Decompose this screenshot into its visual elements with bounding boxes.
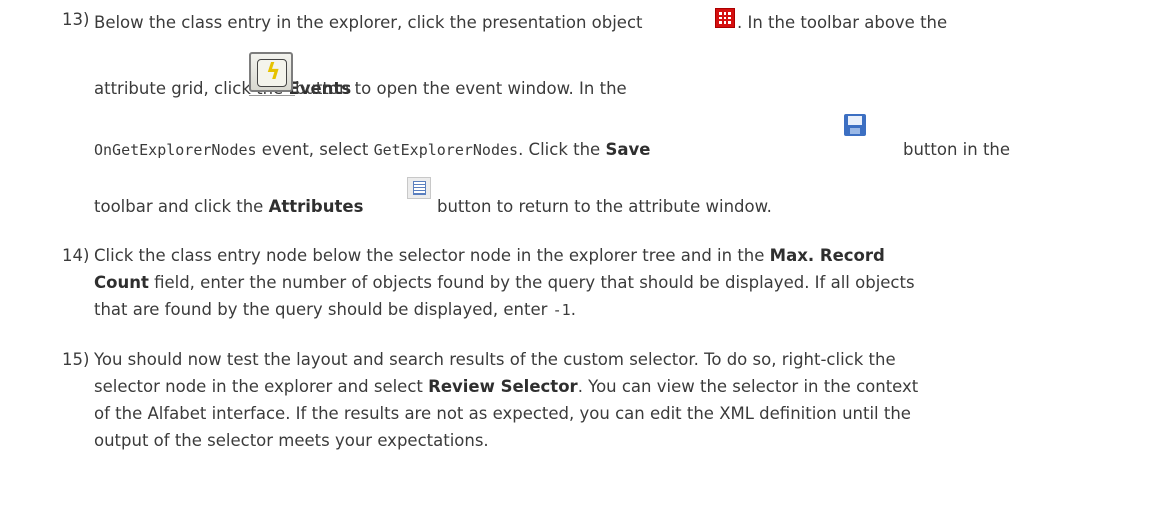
step-14-line-3: that are found by the query should be di… bbox=[94, 297, 576, 323]
text: event, select bbox=[256, 140, 374, 159]
step-13-line-4: toolbar and click the Attributes bbox=[94, 194, 363, 220]
step-15-line-1: You should now test the layout and searc… bbox=[94, 347, 896, 373]
step-number: 13) bbox=[62, 10, 90, 29]
text: . Click the bbox=[518, 140, 606, 159]
step-15-line-4: output of the selector meets your expect… bbox=[94, 428, 489, 454]
text: button to return to the attribute window… bbox=[437, 197, 772, 216]
text: . You can view the selector in the conte… bbox=[577, 377, 919, 396]
text: selector node in the explorer and select bbox=[94, 377, 429, 396]
text: field, enter the number of objects found… bbox=[148, 273, 915, 292]
code: GetExplorerNodes bbox=[373, 141, 519, 159]
text: of the Alfabet interface. If the results… bbox=[94, 404, 911, 423]
step-13-line-1: Below the class entry in the explorer, c… bbox=[94, 10, 643, 36]
attributes-label: Attributes bbox=[268, 197, 364, 216]
step-14-line-1: Click the class entry node below the sel… bbox=[94, 243, 885, 269]
step-number: 15) bbox=[62, 350, 90, 369]
text: button to open the event window. In the bbox=[295, 79, 627, 98]
count-label: Count bbox=[94, 273, 149, 292]
text: You should now test the layout and searc… bbox=[94, 350, 896, 369]
step-15-line-3: of the Alfabet interface. If the results… bbox=[94, 401, 911, 427]
code: OnGetExplorerNodes bbox=[94, 141, 257, 159]
step-number: 14) bbox=[62, 246, 90, 265]
step-15-line-2: selector node in the explorer and select… bbox=[94, 374, 918, 400]
step-13-line-3: OnGetExplorerNodes event, select GetExpl… bbox=[94, 137, 650, 163]
text: toolbar and click the bbox=[94, 197, 269, 216]
floppy-save-icon bbox=[844, 114, 866, 136]
presentation-object-icon bbox=[715, 8, 735, 28]
step-14-line-2: Count field, enter the number of objects… bbox=[94, 270, 915, 296]
text: that are found by the query should be di… bbox=[94, 300, 553, 319]
max-record-label: Max. Record bbox=[769, 246, 885, 265]
text: . In the toolbar above the bbox=[737, 13, 948, 32]
text: Below the class entry in the explorer, c… bbox=[94, 13, 643, 32]
review-selector-label: Review Selector bbox=[428, 377, 578, 396]
code: -1 bbox=[552, 301, 571, 319]
text: . bbox=[570, 300, 576, 319]
save-label: Save bbox=[605, 140, 651, 159]
text: button in the bbox=[903, 140, 1011, 159]
text: output of the selector meets your expect… bbox=[94, 431, 489, 450]
events-lightning-icon: ϟ bbox=[249, 52, 295, 96]
text: Click the class entry node below the sel… bbox=[94, 246, 770, 265]
attributes-list-icon bbox=[407, 177, 431, 199]
